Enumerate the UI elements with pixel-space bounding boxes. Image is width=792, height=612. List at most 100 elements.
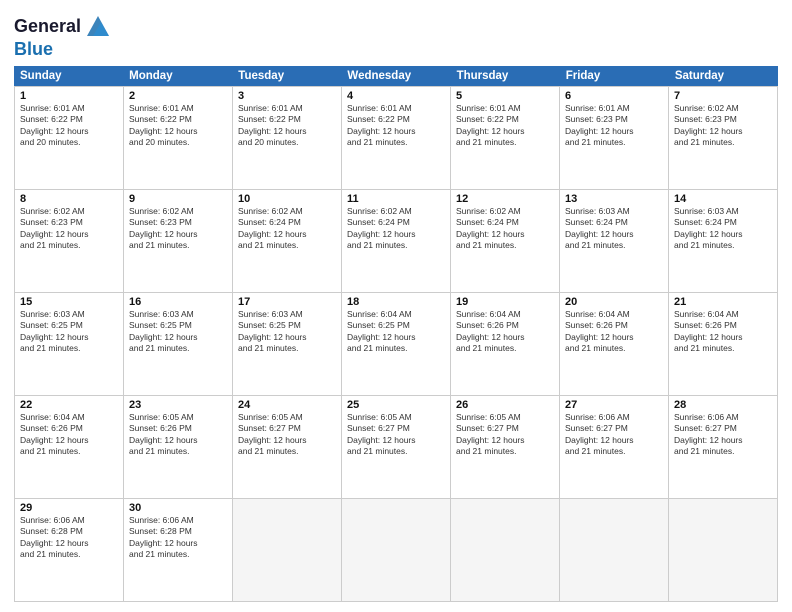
calendar-day-28: 28Sunrise: 6:06 AM Sunset: 6:27 PM Dayli…: [669, 396, 778, 498]
day-number: 30: [129, 502, 227, 514]
calendar-empty-cell: [451, 499, 560, 601]
weekday-header: Thursday: [451, 66, 560, 86]
day-info: Sunrise: 6:03 AM Sunset: 6:24 PM Dayligh…: [565, 206, 663, 252]
day-number: 7: [674, 90, 772, 102]
day-number: 3: [238, 90, 336, 102]
calendar-day-4: 4Sunrise: 6:01 AM Sunset: 6:22 PM Daylig…: [342, 87, 451, 189]
day-number: 17: [238, 296, 336, 308]
day-number: 28: [674, 399, 772, 411]
day-number: 29: [20, 502, 118, 514]
day-number: 19: [456, 296, 554, 308]
header: General Blue: [14, 10, 778, 60]
day-number: 8: [20, 193, 118, 205]
weekday-header: Sunday: [14, 66, 123, 86]
calendar-day-19: 19Sunrise: 6:04 AM Sunset: 6:26 PM Dayli…: [451, 293, 560, 395]
weekday-header: Wednesday: [341, 66, 450, 86]
calendar-day-26: 26Sunrise: 6:05 AM Sunset: 6:27 PM Dayli…: [451, 396, 560, 498]
calendar-day-20: 20Sunrise: 6:04 AM Sunset: 6:26 PM Dayli…: [560, 293, 669, 395]
day-info: Sunrise: 6:05 AM Sunset: 6:27 PM Dayligh…: [238, 412, 336, 458]
calendar-body: 1 Sunrise: 6:01 AM Sunset: 6:22 PM Daylig…: [14, 86, 778, 602]
logo-icon: [83, 10, 113, 40]
day-number: 14: [674, 193, 772, 205]
day-info: Sunrise: 6:01 AM Sunset: 6:22 PM Dayligh…: [456, 103, 554, 149]
calendar-day-9: 9Sunrise: 6:02 AM Sunset: 6:23 PM Daylig…: [124, 190, 233, 292]
day-info: Sunrise: 6:06 AM Sunset: 6:27 PM Dayligh…: [565, 412, 663, 458]
day-info: Sunrise: 6:06 AM Sunset: 6:28 PM Dayligh…: [20, 515, 118, 561]
day-number: 27: [565, 399, 663, 411]
day-info: Sunrise: 6:02 AM Sunset: 6:23 PM Dayligh…: [674, 103, 772, 149]
calendar-row: 1 Sunrise: 6:01 AM Sunset: 6:22 PM Daylig…: [15, 87, 778, 190]
calendar-day-8: 8Sunrise: 6:02 AM Sunset: 6:23 PM Daylig…: [15, 190, 124, 292]
calendar-empty-cell: [342, 499, 451, 601]
day-info: Sunrise: 6:03 AM Sunset: 6:24 PM Dayligh…: [674, 206, 772, 252]
day-info: Sunrise: 6:02 AM Sunset: 6:23 PM Dayligh…: [20, 206, 118, 252]
day-info: Sunrise: 6:04 AM Sunset: 6:26 PM Dayligh…: [565, 309, 663, 355]
day-info: Sunrise: 6:02 AM Sunset: 6:24 PM Dayligh…: [238, 206, 336, 252]
calendar-row: 22Sunrise: 6:04 AM Sunset: 6:26 PM Dayli…: [15, 396, 778, 499]
calendar-day-23: 23Sunrise: 6:05 AM Sunset: 6:26 PM Dayli…: [124, 396, 233, 498]
day-info: Sunrise: 6:01 AM Sunset: 6:23 PM Dayligh…: [565, 103, 663, 149]
calendar-header: SundayMondayTuesdayWednesdayThursdayFrid…: [14, 66, 778, 86]
calendar-day-24: 24Sunrise: 6:05 AM Sunset: 6:27 PM Dayli…: [233, 396, 342, 498]
day-info: Sunrise: 6:06 AM Sunset: 6:28 PM Dayligh…: [129, 515, 227, 561]
calendar-day-17: 17Sunrise: 6:03 AM Sunset: 6:25 PM Dayli…: [233, 293, 342, 395]
day-info: Sunrise: 6:02 AM Sunset: 6:24 PM Dayligh…: [347, 206, 445, 252]
calendar-day-11: 11Sunrise: 6:02 AM Sunset: 6:24 PM Dayli…: [342, 190, 451, 292]
calendar-day-29: 29Sunrise: 6:06 AM Sunset: 6:28 PM Dayli…: [15, 499, 124, 601]
calendar-day-22: 22Sunrise: 6:04 AM Sunset: 6:26 PM Dayli…: [15, 396, 124, 498]
day-number: 20: [565, 296, 663, 308]
calendar-day-13: 13Sunrise: 6:03 AM Sunset: 6:24 PM Dayli…: [560, 190, 669, 292]
day-info: Sunrise: 6:05 AM Sunset: 6:27 PM Dayligh…: [347, 412, 445, 458]
day-info: Sunrise: 6:01 AM Sunset: 6:22 PM Dayligh…: [347, 103, 445, 149]
calendar-day-21: 21Sunrise: 6:04 AM Sunset: 6:26 PM Dayli…: [669, 293, 778, 395]
day-info: Sunrise: 6:02 AM Sunset: 6:23 PM Dayligh…: [129, 206, 227, 252]
day-number: 11: [347, 193, 445, 205]
day-number: 16: [129, 296, 227, 308]
day-number: 9: [129, 193, 227, 205]
calendar-day-1: 1Sunrise: 6:01 AM Sunset: 6:22 PM Daylig…: [15, 87, 124, 189]
day-number: 23: [129, 399, 227, 411]
day-info: Sunrise: 6:02 AM Sunset: 6:24 PM Dayligh…: [456, 206, 554, 252]
day-info: Sunrise: 6:03 AM Sunset: 6:25 PM Dayligh…: [20, 309, 118, 355]
day-info: Sunrise: 6:06 AM Sunset: 6:27 PM Dayligh…: [674, 412, 772, 458]
calendar-day-6: 6Sunrise: 6:01 AM Sunset: 6:23 PM Daylig…: [560, 87, 669, 189]
day-number: 5: [456, 90, 554, 102]
day-number: 15: [20, 296, 118, 308]
calendar-day-12: 12Sunrise: 6:02 AM Sunset: 6:24 PM Dayli…: [451, 190, 560, 292]
calendar-day-15: 15Sunrise: 6:03 AM Sunset: 6:25 PM Dayli…: [15, 293, 124, 395]
calendar-day-16: 16Sunrise: 6:03 AM Sunset: 6:25 PM Dayli…: [124, 293, 233, 395]
calendar-day-30: 30Sunrise: 6:06 AM Sunset: 6:28 PM Dayli…: [124, 499, 233, 601]
calendar-day-2: 2Sunrise: 6:01 AM Sunset: 6:22 PM Daylig…: [124, 87, 233, 189]
day-number: 18: [347, 296, 445, 308]
calendar: SundayMondayTuesdayWednesdayThursdayFrid…: [14, 66, 778, 602]
day-info: Sunrise: 6:03 AM Sunset: 6:25 PM Dayligh…: [238, 309, 336, 355]
day-info: Sunrise: 6:04 AM Sunset: 6:25 PM Dayligh…: [347, 309, 445, 355]
day-number: 10: [238, 193, 336, 205]
day-info: Sunrise: 6:05 AM Sunset: 6:27 PM Dayligh…: [456, 412, 554, 458]
calendar-day-7: 7Sunrise: 6:02 AM Sunset: 6:23 PM Daylig…: [669, 87, 778, 189]
calendar-day-14: 14Sunrise: 6:03 AM Sunset: 6:24 PM Dayli…: [669, 190, 778, 292]
day-number: 1: [20, 90, 118, 102]
calendar-day-18: 18Sunrise: 6:04 AM Sunset: 6:25 PM Dayli…: [342, 293, 451, 395]
day-number: 21: [674, 296, 772, 308]
logo: General Blue: [14, 14, 113, 60]
day-info: Sunrise: 6:01 AM Sunset: 6:22 PM Dayligh…: [129, 103, 227, 149]
day-number: 4: [347, 90, 445, 102]
calendar-empty-cell: [560, 499, 669, 601]
calendar-day-3: 3Sunrise: 6:01 AM Sunset: 6:22 PM Daylig…: [233, 87, 342, 189]
day-number: 12: [456, 193, 554, 205]
day-number: 22: [20, 399, 118, 411]
day-info: Sunrise: 6:05 AM Sunset: 6:26 PM Dayligh…: [129, 412, 227, 458]
day-info: Sunrise: 6:04 AM Sunset: 6:26 PM Dayligh…: [456, 309, 554, 355]
day-info: Sunrise: 6:04 AM Sunset: 6:26 PM Dayligh…: [674, 309, 772, 355]
day-number: 6: [565, 90, 663, 102]
calendar-row: 15Sunrise: 6:03 AM Sunset: 6:25 PM Dayli…: [15, 293, 778, 396]
calendar-day-10: 10Sunrise: 6:02 AM Sunset: 6:24 PM Dayli…: [233, 190, 342, 292]
logo-text: General: [14, 17, 81, 37]
weekday-header: Tuesday: [232, 66, 341, 86]
day-number: 2: [129, 90, 227, 102]
day-number: 26: [456, 399, 554, 411]
weekday-header: Saturday: [669, 66, 778, 86]
weekday-header: Friday: [560, 66, 669, 86]
day-info: Sunrise: 6:03 AM Sunset: 6:25 PM Dayligh…: [129, 309, 227, 355]
